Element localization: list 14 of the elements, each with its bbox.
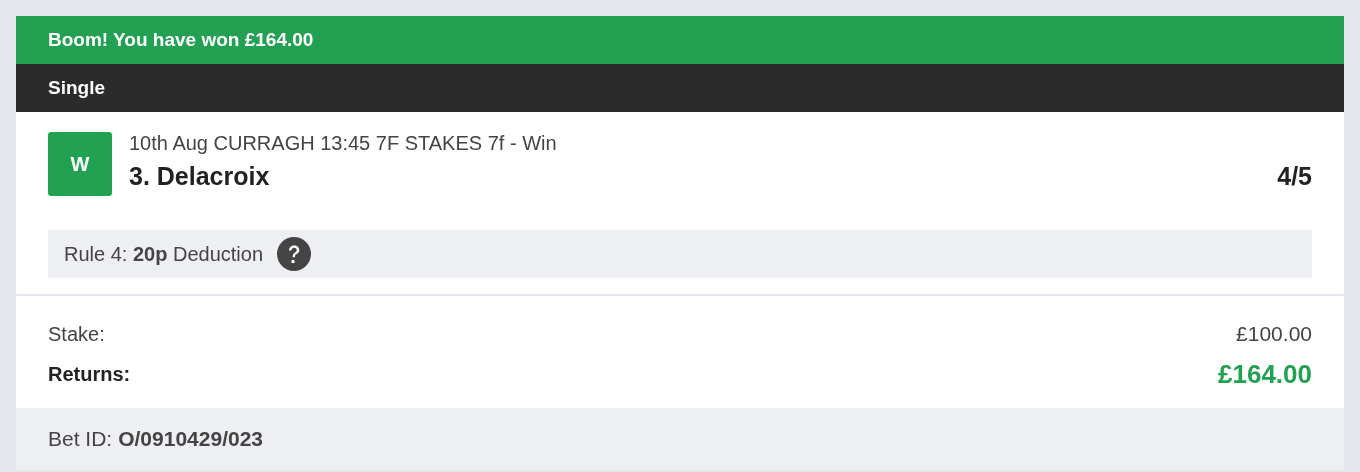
bet-type-bar: Single [16,64,1344,112]
bet-id-value: O/0910429/023 [118,427,263,451]
bet-id-label: Bet ID: [48,427,113,451]
odds-text: 4/5 [1277,162,1312,191]
result-badge: W [48,132,112,196]
rule4-text: Rule 4: 20p Deduction [64,242,264,266]
help-icon[interactable] [277,237,312,271]
win-banner: Boom! You have won £164.00 [16,16,1344,64]
runner-name: 3. Delacroix [129,162,270,191]
stake-label: Stake: [48,322,105,346]
event-text: 10th Aug CURRAGH 13:45 7F STAKES 7f - Win [129,132,558,154]
returns-label: Returns: [48,362,131,386]
returns-value: £164.00 [1218,358,1312,390]
stake-value: £100.00 [1236,322,1312,346]
